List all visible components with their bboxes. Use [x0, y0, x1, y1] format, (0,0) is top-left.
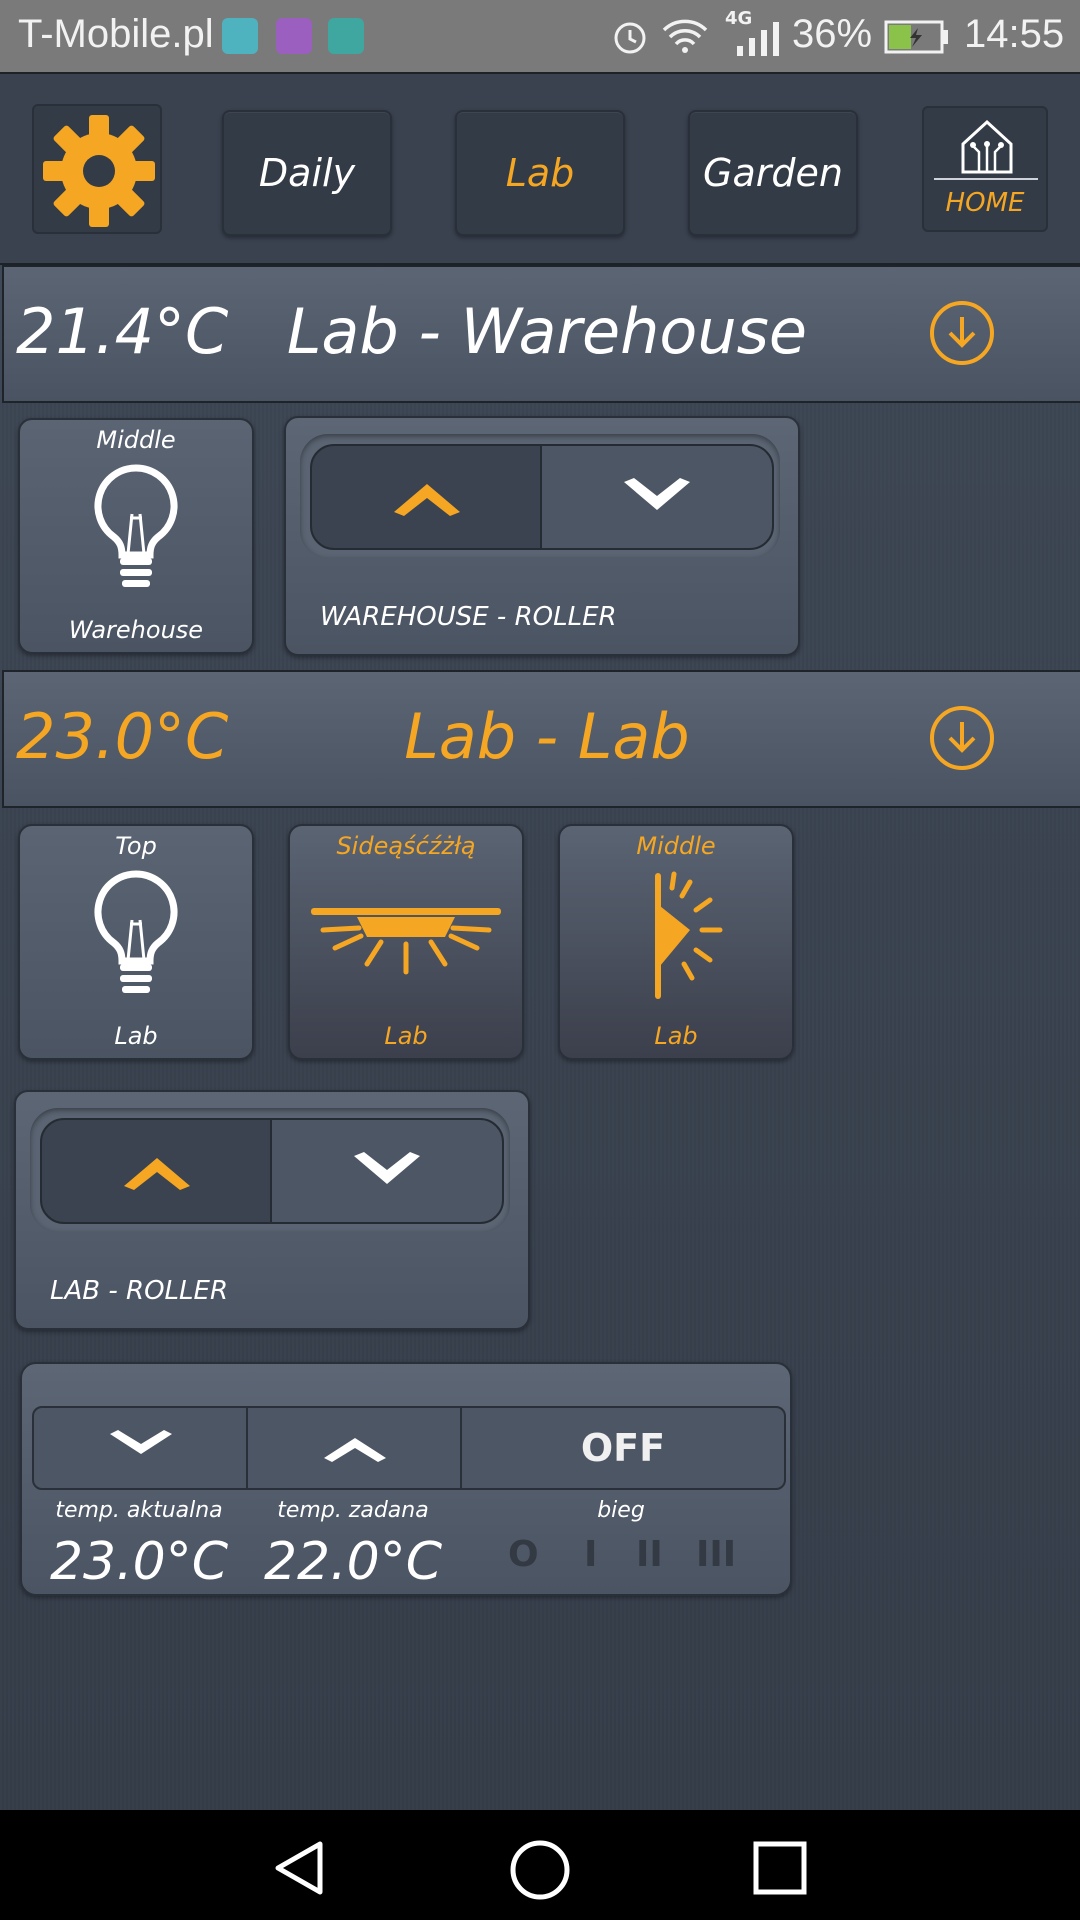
android-icon [222, 18, 258, 54]
target-temp-value: 22.0°C [263, 1532, 443, 1592]
tab-garden[interactable]: Garden [688, 110, 858, 236]
home-button[interactable]: HOME [922, 106, 1048, 232]
download-icon[interactable] [930, 301, 994, 365]
shield-icon [328, 18, 364, 54]
roller-up-button[interactable] [310, 444, 544, 550]
light-tile-middle-lab[interactable]: Middle Lab [558, 824, 794, 1060]
settings-button[interactable] [32, 104, 162, 234]
roller-down-button[interactable] [540, 444, 774, 550]
mode-label: OFF [580, 1426, 666, 1470]
alarm-icon [614, 22, 646, 54]
status-bar: T-Mobile.pl 4G 36% 14:55 [0, 0, 1080, 72]
tile-bottom-label: Lab [114, 1022, 158, 1050]
chevron-down-icon [354, 1152, 420, 1184]
home-circuit-icon [961, 119, 1013, 174]
section-header-lab[interactable]: 23.0°C Lab - Lab [2, 670, 1080, 808]
tile-bottom-label: Warehouse [68, 616, 204, 644]
chevron-up-icon [394, 484, 460, 516]
clock: 14:55 [964, 12, 1065, 56]
tab-garden-label: Garden [703, 151, 843, 195]
roller-label: WAREHOUSE - ROLLER [320, 602, 617, 632]
gear-option-3[interactable]: III [696, 1534, 736, 1575]
mode-button[interactable]: OFF [460, 1406, 786, 1490]
temp-up-button[interactable] [246, 1406, 464, 1490]
chevron-up-icon [324, 1438, 386, 1462]
system-navigation-bar [0, 1810, 1080, 1920]
back-icon[interactable] [270, 1838, 330, 1898]
tile-top-label: Middle [96, 426, 176, 454]
tab-daily[interactable]: Daily [222, 110, 392, 236]
light-tile-side-lab[interactable]: Sideąśćźżłą Lab [288, 824, 524, 1060]
wifi-icon [662, 19, 708, 53]
roller-track [30, 1108, 510, 1232]
top-navigation: Daily Lab Garden HOME [0, 72, 1080, 265]
tile-top-label: Top [115, 832, 157, 860]
tile-bottom-label: Lab [384, 1022, 428, 1050]
roller-lab: LAB - ROLLER [14, 1090, 530, 1330]
temp-down-button[interactable] [32, 1406, 250, 1490]
ceiling-lamp-icon [311, 908, 501, 975]
tab-lab[interactable]: Lab [455, 110, 625, 236]
signal-icon [737, 22, 779, 56]
roller-track [300, 434, 780, 558]
home-divider [934, 178, 1038, 180]
gear-option-1[interactable]: I [584, 1534, 597, 1575]
chevron-up-icon [124, 1158, 190, 1190]
gear-option-0[interactable]: O [508, 1534, 539, 1575]
gear-label: bieg [597, 1498, 645, 1523]
chevron-down-icon [110, 1430, 172, 1454]
tab-daily-label: Daily [258, 151, 356, 195]
light-tile-top-lab[interactable]: Top Lab [18, 824, 254, 1060]
current-temp-value: 23.0°C [49, 1532, 229, 1592]
roller-warehouse: WAREHOUSE - ROLLER [284, 416, 800, 656]
gallery-icon [276, 18, 312, 54]
bulb-icon [94, 464, 178, 587]
target-temp-label: temp. zadana [277, 1498, 429, 1523]
light-tile-middle-warehouse[interactable]: Middle Warehouse [18, 418, 254, 654]
section-title: Lab - Lab [404, 700, 690, 773]
roller-down-button[interactable] [270, 1118, 504, 1224]
thermostat-panel: OFF temp. aktualna 23.0°C temp. zadana 2… [20, 1362, 792, 1596]
tile-bottom-label: Lab [654, 1022, 698, 1050]
home-label: HOME [945, 188, 1025, 218]
battery-icon [884, 20, 948, 54]
tab-lab-label: Lab [505, 151, 575, 195]
carrier-name: T-Mobile.pl [18, 12, 214, 56]
wall-lamp-icon [655, 871, 723, 999]
recents-icon[interactable] [752, 1840, 808, 1896]
battery-percent: 36% [792, 12, 873, 56]
home-circle-icon[interactable] [508, 1838, 572, 1902]
download-icon[interactable] [930, 706, 994, 770]
roller-label: LAB - ROLLER [50, 1276, 229, 1306]
tile-top-label: Middle [636, 832, 716, 860]
gear-icon [43, 115, 155, 227]
tile-top-label: Sideąśćźżłą [336, 832, 476, 860]
current-temp-label: temp. aktualna [55, 1498, 223, 1523]
gear-option-2[interactable]: II [636, 1534, 663, 1575]
roller-up-button[interactable] [40, 1118, 274, 1224]
chevron-down-icon [624, 478, 690, 510]
bulb-icon [94, 870, 178, 993]
section-title: Lab - Warehouse [286, 295, 808, 368]
section-header-warehouse[interactable]: 21.4°C Lab - Warehouse [2, 265, 1080, 403]
